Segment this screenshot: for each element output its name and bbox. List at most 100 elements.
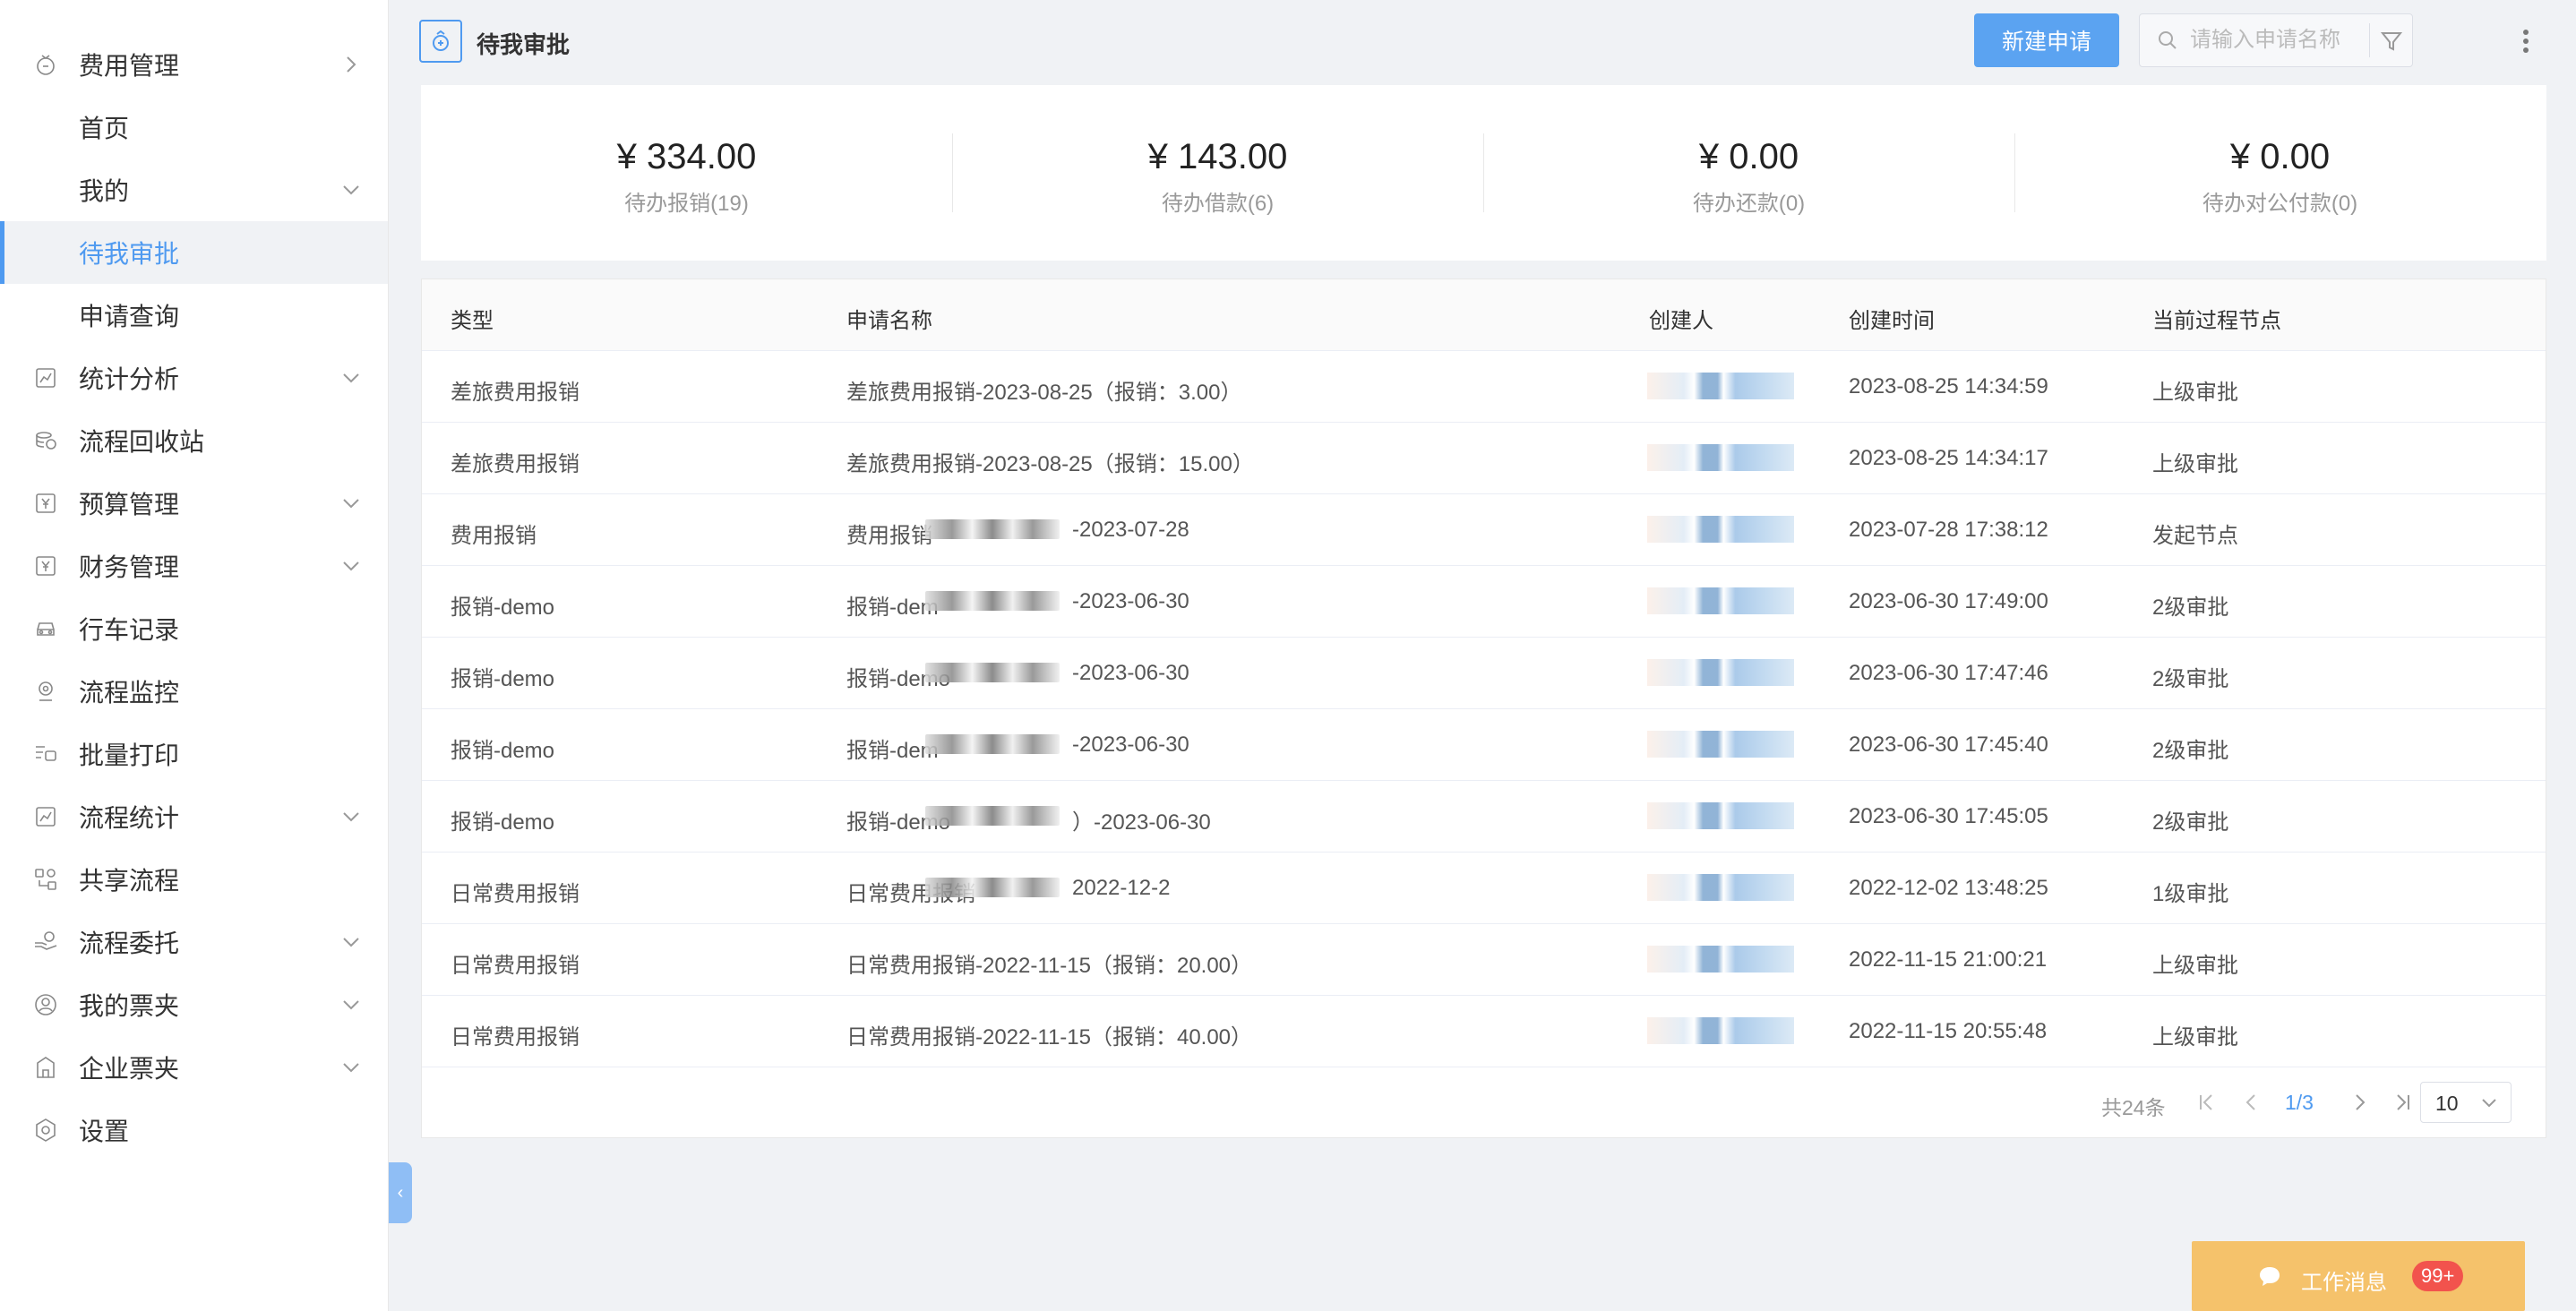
redacted-block [925,663,1060,682]
summary-corporate-payment[interactable]: ¥ 0.00 待办对公付款(0) [2014,85,2546,261]
cell-name: 报销-dem -2023-06-30 [846,589,1241,621]
table-row[interactable]: 报销-demo 报销-demo ）-2023-06-30 2023-06-30 17:… [422,781,2546,853]
sidebar-item-label: 我的 [79,177,130,205]
redacted-creator [1647,1017,1794,1044]
sidebar-item-10[interactable]: 流程监控 [0,660,388,723]
filter-icon[interactable] [2380,30,2403,53]
sidebar-item-6[interactable]: 流程回收站 [0,409,388,472]
redacted-block [925,806,1060,826]
page-header: 待我审批 新建申请 [389,0,2576,82]
sidebar-item-5[interactable]: 统计分析 [0,347,388,409]
chevron-right-icon [339,53,363,76]
chat-bubble-icon [2260,1267,2280,1286]
sidebar-item-7[interactable]: 预算管理 [0,472,388,535]
summary-reimbursement[interactable]: ¥ 334.00 待办报销(19) [421,85,952,261]
chevron-down-icon [339,930,363,954]
search-input[interactable] [2190,23,2360,57]
redacted-block [925,734,1060,754]
cell-name: 费用报销 -2023-07-28 [846,518,1241,549]
table-row[interactable]: 日常费用报销 日常费用报销 2022-12-2 2022-12-02 13:48:25… [422,853,2546,924]
sidebar-item-label: 企业票夹 [79,1055,180,1083]
sidebar-collapse-handle[interactable]: ‹ [389,1162,412,1223]
page-size-value: 10 [2435,1092,2459,1115]
cell-created-time: 2023-07-28 17:38:12 [1849,518,2048,542]
redacted-block [925,878,1060,897]
work-messages-bar[interactable]: 工作消息 99+ [2192,1241,2525,1311]
coin-bag-icon [32,51,59,78]
summary-loan[interactable]: ¥ 143.00 待办借款(6) [952,85,1483,261]
summary-repayment[interactable]: ¥ 0.00 待办还款(0) [1483,85,2014,261]
cell-type: 费用报销 [451,524,537,548]
cell-current-node: 上级审批 [2152,1025,2238,1050]
cell-created-time: 2023-08-25 14:34:59 [1849,374,2048,398]
sidebar-item-1[interactable]: 首页 [0,96,388,159]
column-header-current-node: 当前过程节点 [2152,309,2281,333]
pagination-current-page: 1/3 [2285,1091,2314,1114]
chevron-down-icon [339,366,363,390]
redacted-creator [1647,587,1794,614]
redacted-creator [1647,874,1794,901]
sidebar-item-label: 流程回收站 [79,428,205,456]
cell-type: 报销-demo [451,667,555,691]
sidebar-item-16[interactable]: 企业票夹 [0,1036,388,1099]
summary-panel: ¥ 334.00 待办报销(19) ¥ 143.00 待办借款(6) ¥ 0.0… [421,85,2546,261]
cell-current-node: 2级审批 [2152,667,2229,691]
building-icon [32,1054,59,1081]
cell-created-time: 2023-06-30 17:47:46 [1849,661,2048,685]
sidebar-item-9[interactable]: 行车记录 [0,597,388,660]
chevron-down-icon [339,492,363,515]
redacted-creator [1647,946,1794,973]
sidebar-item-0[interactable]: 费用管理 [0,33,388,96]
cell-name-suffix: -2023-07-28 [1072,518,1189,542]
table-row[interactable]: 日常费用报销 日常费用报销-2022-11-15（报销：40.00） 2022-11… [422,996,2546,1067]
sidebar-item-14[interactable]: 流程委托 [0,911,388,973]
yen-doc-icon [32,490,59,517]
cell-name-suffix: -2023-06-30 [1072,589,1189,613]
sidebar-item-13[interactable]: 共享流程 [0,848,388,911]
table-row[interactable]: 日常费用报销 日常费用报销-2022-11-15（报销：20.00） 2022-11… [422,924,2546,996]
table-row[interactable]: 差旅费用报销 差旅费用报销-2023-08-25（报销：3.00） 2023-08-… [422,351,2546,423]
sidebar-item-label: 待我审批 [79,240,180,268]
sidebar-item-3[interactable]: 待我审批 [0,221,388,284]
sidebar-item-label: 费用管理 [79,52,180,80]
more-vertical-icon[interactable] [2508,23,2544,59]
cell-name: 日常费用报销 2022-12-2 [846,876,1241,907]
table-header: 类型 申请名称 创建人 创建时间 当前过程节点 [422,279,2546,351]
table-row[interactable]: 差旅费用报销 差旅费用报销-2023-08-25（报销：15.00） 2023-08… [422,423,2546,494]
cell-name: 差旅费用报销-2023-08-25（报销：3.00） [846,381,1242,405]
prev-page-icon[interactable] [2240,1091,2263,1114]
table-row[interactable]: 报销-demo 报销-dem -2023-06-30 2023-06-30 17:49… [422,566,2546,638]
sidebar-item-11[interactable]: 批量打印 [0,723,388,785]
work-messages-label: 工作消息 [2301,1271,2387,1295]
chevron-down-icon [339,805,363,828]
cell-name-suffix: -2023-06-30 [1072,661,1189,685]
sidebar-item-label: 首页 [79,115,130,142]
sidebar-item-17[interactable]: 设置 [0,1099,388,1161]
new-application-button[interactable]: 新建申请 [1974,13,2119,67]
chevron-down-icon [339,993,363,1016]
cell-name: 报销-dem -2023-06-30 [846,733,1241,764]
summary-label: 待办借款(6) [1161,192,1275,216]
sidebar-item-12[interactable]: 流程统计 [0,785,388,848]
column-header-name: 申请名称 [846,309,932,333]
page-size-select[interactable]: 10 [2420,1082,2512,1123]
cell-current-node: 2级审批 [2152,739,2229,763]
table-row[interactable]: 报销-demo 报销-demo -2023-06-30 2023-06-30 17:4… [422,638,2546,709]
cell-type: 报销-demo [451,810,555,835]
search-divider [2369,23,2370,57]
table-row[interactable]: 报销-demo 报销-dem -2023-06-30 2023-06-30 17:45… [422,709,2546,781]
sidebar-item-label: 申请查询 [79,303,180,330]
cell-name-suffix: -2023-06-30 [1072,733,1189,757]
sidebar-item-2[interactable]: 我的 [0,159,388,221]
sidebar-item-4[interactable]: 申请查询 [0,284,388,347]
first-page-icon[interactable] [2195,1091,2219,1114]
next-page-icon[interactable] [2348,1091,2371,1114]
cell-created-time: 2022-11-15 20:55:48 [1849,1019,2048,1043]
chevron-down-icon [339,554,363,578]
last-page-icon[interactable] [2391,1091,2414,1114]
cell-type: 差旅费用报销 [451,452,580,476]
sidebar-item-15[interactable]: 我的票夹 [0,973,388,1036]
table-row[interactable]: 费用报销 费用报销 -2023-07-28 2023-07-28 17:38:12 发起… [422,494,2546,566]
chevron-down-icon [339,178,363,201]
sidebar-item-8[interactable]: 财务管理 [0,535,388,597]
